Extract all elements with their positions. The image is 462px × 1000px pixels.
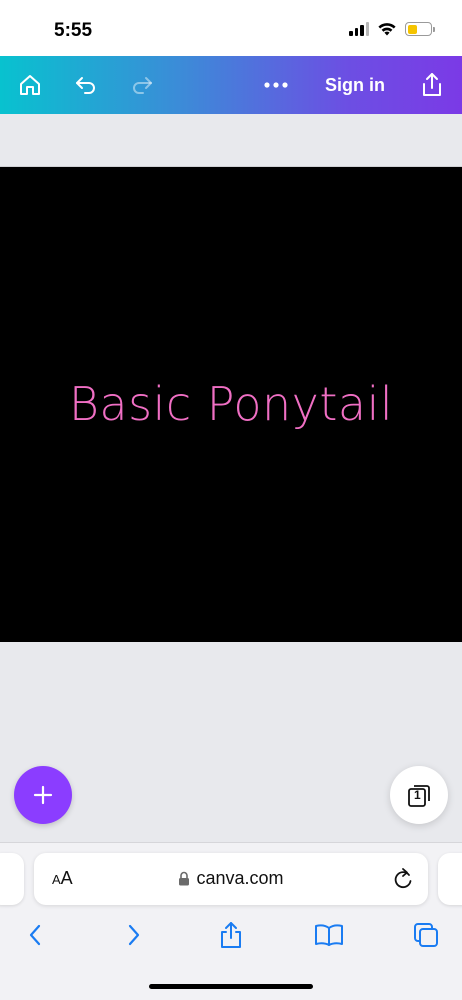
reload-icon <box>394 868 412 889</box>
sign-in-button[interactable]: Sign in <box>318 56 392 114</box>
page-count: 1 <box>414 788 421 802</box>
more-icon <box>264 82 288 88</box>
undo-icon <box>76 77 95 94</box>
share-icon <box>423 73 441 96</box>
address-bar[interactable]: AA canva.com <box>34 853 428 905</box>
tabs-button[interactable] <box>404 915 448 955</box>
undo-button[interactable] <box>66 56 106 114</box>
back-button[interactable] <box>13 915 57 955</box>
battery-icon <box>405 22 435 36</box>
status-time: 5:55 <box>54 20 93 41</box>
editor-toolbar: Sign in <box>0 56 462 114</box>
share-sheet-button[interactable] <box>209 915 253 955</box>
cellular-signal-icon <box>349 22 369 36</box>
status-icons <box>349 22 435 36</box>
pages-button[interactable]: 1 <box>390 766 448 824</box>
more-options-button[interactable] <box>256 56 296 114</box>
redo-icon <box>133 77 152 94</box>
url-text: canva.com <box>196 868 284 888</box>
redo-button[interactable] <box>122 56 162 114</box>
lock-icon <box>179 871 190 886</box>
home-icon <box>20 75 40 95</box>
plus-icon <box>33 785 53 805</box>
browser-nav-row <box>0 915 462 955</box>
canvas-area: Basic Ponytail 1 <box>0 114 462 842</box>
home-button[interactable] <box>10 56 50 114</box>
book-icon <box>315 924 343 946</box>
wifi-icon <box>378 23 396 36</box>
reload-button[interactable] <box>392 867 414 896</box>
tabs-icon <box>414 923 438 947</box>
home-indicator <box>149 984 313 989</box>
browser-bottom-bar: AA canva.com <box>0 842 462 1000</box>
chevron-left-icon <box>29 924 41 946</box>
previous-tab-peek[interactable] <box>0 853 24 905</box>
add-element-button[interactable] <box>14 766 72 824</box>
design-page[interactable]: Basic Ponytail <box>0 166 462 642</box>
share-icon <box>221 922 241 948</box>
share-button[interactable] <box>412 56 452 114</box>
sign-in-label: Sign in <box>325 74 385 95</box>
design-title-text[interactable]: Basic Ponytail <box>0 377 462 431</box>
url-display[interactable]: canva.com <box>34 868 428 889</box>
forward-button[interactable] <box>112 915 156 955</box>
status-bar: 5:55 <box>0 0 462 56</box>
chevron-right-icon <box>128 924 140 946</box>
bookmarks-button[interactable] <box>307 915 351 955</box>
next-tab-peek[interactable] <box>438 853 462 905</box>
